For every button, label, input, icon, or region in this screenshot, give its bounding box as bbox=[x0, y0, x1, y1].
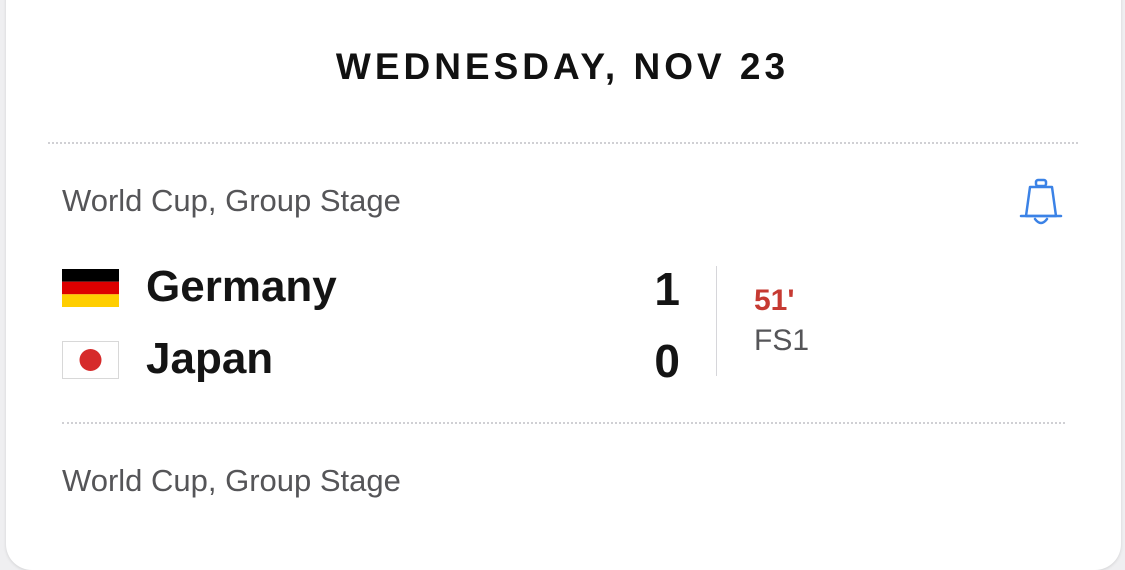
league-label: World Cup, Group Stage bbox=[62, 463, 401, 498]
team-name-germany: Germany bbox=[146, 262, 337, 311]
japan-flag-icon bbox=[62, 341, 119, 379]
bell-icon[interactable] bbox=[1018, 178, 1064, 230]
score-divider bbox=[716, 266, 717, 376]
team-row-away[interactable]: Japan 0 bbox=[62, 330, 702, 390]
team-row-home[interactable]: Germany 1 bbox=[62, 258, 702, 318]
tv-network: FS1 bbox=[754, 324, 810, 357]
league-label: World Cup, Group Stage bbox=[62, 183, 401, 218]
date-header: WEDNESDAY, NOV 23 bbox=[335, 46, 790, 87]
score-japan: 0 bbox=[654, 335, 680, 387]
germany-flag-icon bbox=[62, 269, 119, 307]
divider bbox=[48, 142, 1078, 144]
team-name-japan: Japan bbox=[146, 334, 274, 383]
score-germany: 1 bbox=[654, 263, 680, 315]
match-clock: 51' bbox=[754, 284, 795, 317]
divider bbox=[62, 422, 1065, 424]
